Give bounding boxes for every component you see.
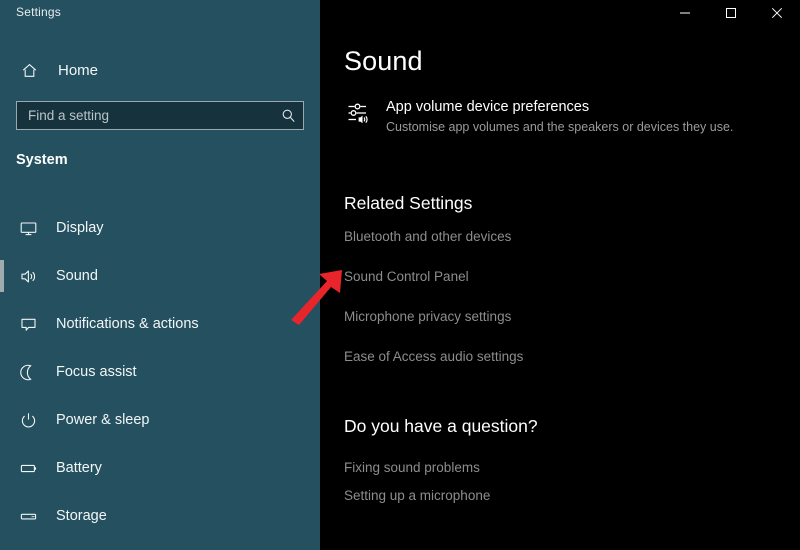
maximize-icon xyxy=(725,6,737,24)
sidebar-item-notifications-label: Notifications & actions xyxy=(56,316,199,332)
search-box[interactable] xyxy=(16,101,304,130)
main-content: Sound App volume device preferences Cust… xyxy=(320,0,800,550)
sidebar-item-focus-assist[interactable]: Focus assist xyxy=(0,348,320,396)
speech-bubble-icon xyxy=(14,315,42,334)
maximize-button[interactable] xyxy=(708,0,754,30)
battery-icon xyxy=(14,459,42,478)
app-volume-device-preferences-link[interactable]: App volume device preferences Customise … xyxy=(344,98,784,136)
minimize-button[interactable] xyxy=(662,0,708,30)
sidebar-item-display-label: Display xyxy=(56,220,104,236)
speaker-icon xyxy=(14,267,42,286)
power-icon xyxy=(14,411,42,430)
selection-indicator xyxy=(0,452,4,484)
window-title: Settings xyxy=(16,5,61,19)
question-section-heading: Do you have a question? xyxy=(344,416,538,436)
settings-window: Settings Home System xyxy=(0,0,800,550)
minimize-icon xyxy=(679,6,691,24)
app-volume-title: App volume device preferences xyxy=(386,99,590,115)
sidebar-item-sound[interactable]: Sound xyxy=(0,252,320,300)
related-settings-heading: Related Settings xyxy=(344,193,473,213)
sidebar-item-home-label: Home xyxy=(58,61,99,79)
sidebar-item-power-sleep[interactable]: Power & sleep xyxy=(0,396,320,444)
selection-indicator xyxy=(0,308,4,340)
selection-indicator xyxy=(0,212,4,244)
link-sound-control-panel[interactable]: Sound Control Panel xyxy=(344,269,469,284)
sidebar-item-battery-label: Battery xyxy=(56,460,102,476)
app-volume-texts: App volume device preferences Customise … xyxy=(386,98,733,136)
close-button[interactable] xyxy=(754,0,800,30)
sliders-volume-icon xyxy=(344,101,376,125)
link-ease-of-access-audio-settings[interactable]: Ease of Access audio settings xyxy=(344,349,523,364)
sidebar-nav-list: Display Sound Notifications & actions Fo… xyxy=(0,204,320,550)
storage-icon xyxy=(14,507,42,526)
search-input[interactable] xyxy=(17,108,273,123)
page-title: Sound xyxy=(344,46,423,76)
sidebar-section-heading: System xyxy=(16,152,68,168)
sidebar-item-sound-label: Sound xyxy=(56,268,98,284)
sidebar-item-display[interactable]: Display xyxy=(0,204,320,252)
sidebar-item-home[interactable]: Home xyxy=(14,57,304,83)
search-icon[interactable] xyxy=(273,108,303,123)
link-fixing-sound-problems[interactable]: Fixing sound problems xyxy=(344,460,480,475)
moon-icon xyxy=(14,363,42,382)
sidebar-item-storage[interactable]: Storage xyxy=(0,492,320,540)
link-bluetooth-and-other-devices[interactable]: Bluetooth and other devices xyxy=(344,229,511,244)
sidebar-item-power-sleep-label: Power & sleep xyxy=(56,412,150,428)
selection-indicator xyxy=(0,500,4,532)
sidebar-item-notifications[interactable]: Notifications & actions xyxy=(0,300,320,348)
selection-indicator xyxy=(0,404,4,436)
window-controls xyxy=(662,0,800,30)
link-microphone-privacy-settings[interactable]: Microphone privacy settings xyxy=(344,309,511,324)
link-setting-up-a-microphone[interactable]: Setting up a microphone xyxy=(344,488,490,503)
app-volume-subtitle: Customise app volumes and the speakers o… xyxy=(386,120,734,134)
home-icon xyxy=(14,62,44,79)
sidebar-item-partial[interactable] xyxy=(0,540,320,550)
selection-indicator xyxy=(0,260,4,292)
sidebar-item-storage-label: Storage xyxy=(56,508,107,524)
selection-indicator xyxy=(0,356,4,388)
monitor-icon xyxy=(14,219,42,238)
sidebar: Settings Home System xyxy=(0,0,320,550)
sidebar-item-focus-assist-label: Focus assist xyxy=(56,364,137,380)
sidebar-item-battery[interactable]: Battery xyxy=(0,444,320,492)
close-icon xyxy=(771,6,783,24)
